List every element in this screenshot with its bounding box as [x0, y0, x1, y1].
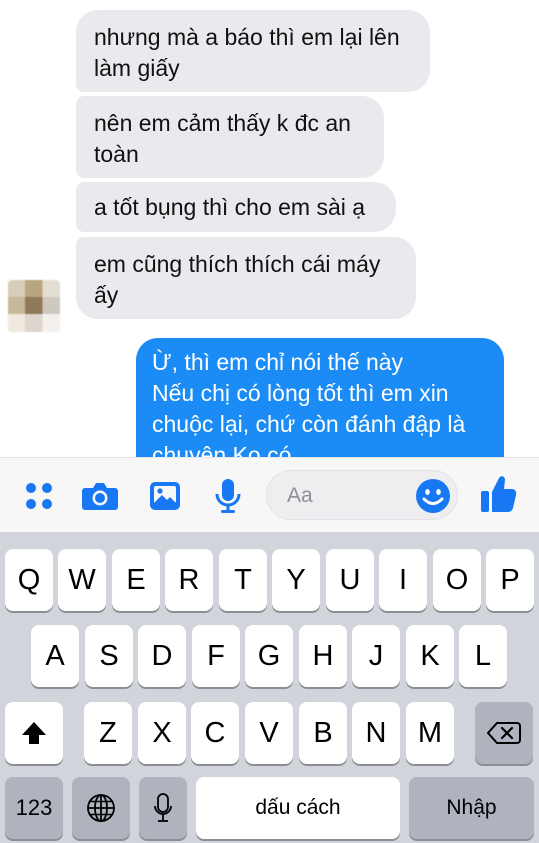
- globe-key[interactable]: [72, 777, 130, 839]
- key-l[interactable]: L: [459, 625, 507, 687]
- thumbs-up-icon[interactable]: [478, 474, 518, 514]
- chat-thread[interactable]: nhưng mà a báo thì em lại lên làm giấy n…: [0, 0, 539, 457]
- key-j[interactable]: J: [352, 625, 400, 687]
- key-k[interactable]: K: [406, 625, 454, 687]
- key-c[interactable]: C: [191, 702, 239, 764]
- key-y[interactable]: Y: [272, 549, 320, 611]
- backspace-key[interactable]: [475, 702, 533, 764]
- message-placeholder: Aa: [287, 484, 313, 507]
- key-w[interactable]: W: [58, 549, 106, 611]
- key-s[interactable]: S: [85, 625, 133, 687]
- gallery-icon[interactable]: [145, 476, 185, 516]
- key-r[interactable]: R: [165, 549, 213, 611]
- key-p[interactable]: P: [486, 549, 534, 611]
- key-m[interactable]: M: [406, 702, 454, 764]
- key-n[interactable]: N: [352, 702, 400, 764]
- globe-icon: [87, 794, 115, 822]
- key-e[interactable]: E: [112, 549, 160, 611]
- avatar[interactable]: [8, 280, 60, 332]
- camera-icon[interactable]: [80, 476, 120, 516]
- incoming-message[interactable]: em cũng thích thích cái máy ấy: [76, 237, 416, 319]
- message-line: Ừ, thì em chỉ nói thế này: [152, 349, 404, 375]
- key-o[interactable]: O: [433, 549, 481, 611]
- message-line: chuộc lại, chứ còn đánh đập là: [152, 411, 466, 437]
- emoji-icon[interactable]: [415, 478, 451, 514]
- key-b[interactable]: B: [299, 702, 347, 764]
- incoming-message[interactable]: nhưng mà a báo thì em lại lên làm giấy: [76, 10, 430, 92]
- microphone-icon[interactable]: [208, 476, 248, 516]
- apps-grid-icon[interactable]: [19, 476, 59, 516]
- message-composer: Aa: [0, 457, 539, 532]
- key-f[interactable]: F: [192, 625, 240, 687]
- dictation-key[interactable]: [139, 777, 187, 839]
- message-line: Nếu chị có lòng tốt thì em xin: [152, 380, 449, 406]
- shift-icon: [22, 722, 46, 744]
- message-text: nên em cảm thấy k đc an toàn: [94, 110, 351, 167]
- key-i[interactable]: I: [379, 549, 427, 611]
- space-key[interactable]: dấu cách: [196, 777, 400, 839]
- key-a[interactable]: A: [31, 625, 79, 687]
- backspace-icon: [487, 722, 521, 744]
- numbers-key[interactable]: 123: [5, 777, 63, 839]
- message-input[interactable]: Aa: [266, 470, 458, 520]
- key-x[interactable]: X: [138, 702, 186, 764]
- key-g[interactable]: G: [245, 625, 293, 687]
- key-d[interactable]: D: [138, 625, 186, 687]
- message-text: em cũng thích thích cái máy ấy: [94, 251, 381, 308]
- outgoing-message[interactable]: Ừ, thì em chỉ nói thế này Nếu chị có lòn…: [136, 338, 504, 457]
- key-v[interactable]: V: [245, 702, 293, 764]
- key-t[interactable]: T: [219, 549, 267, 611]
- key-z[interactable]: Z: [84, 702, 132, 764]
- incoming-message[interactable]: nên em cảm thấy k đc an toàn: [76, 96, 384, 178]
- keyboard: Q W E R T Y U I O P A S D F G H J K L Z …: [0, 532, 539, 843]
- message-text: nhưng mà a báo thì em lại lên làm giấy: [94, 24, 400, 81]
- key-q[interactable]: Q: [5, 549, 53, 611]
- microphone-icon: [154, 793, 172, 822]
- incoming-message[interactable]: a tốt bụng thì cho em sài ạ: [76, 182, 396, 232]
- key-u[interactable]: U: [326, 549, 374, 611]
- message-line: chuyện Ko có...: [152, 442, 311, 457]
- message-text: a tốt bụng thì cho em sài ạ: [94, 194, 366, 220]
- shift-key[interactable]: [5, 702, 63, 764]
- return-key[interactable]: Nhập: [409, 777, 534, 839]
- key-h[interactable]: H: [299, 625, 347, 687]
